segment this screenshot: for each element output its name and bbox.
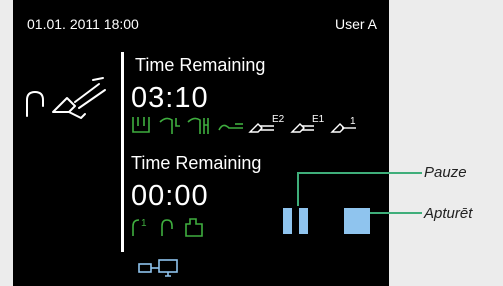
timer1-value: 03:10 (131, 82, 209, 114)
handpiece-icon (26, 77, 106, 119)
cup-icon[interactable] (130, 114, 152, 136)
vertical-divider (121, 52, 124, 252)
e2-label: E2 (272, 114, 285, 125)
pause-callout-line (297, 172, 422, 174)
computer-link-icon (138, 259, 178, 277)
stop-callout-label: Apturēt (424, 205, 473, 222)
device-screen: 01.01. 2011 18:00 User A Time Remaining … (13, 0, 389, 286)
suction-icon[interactable] (186, 114, 210, 136)
stop-callout-line (370, 212, 422, 214)
water-bottle-icon[interactable] (184, 216, 204, 238)
handpiece-e1-icon[interactable]: E1 (290, 112, 326, 136)
pause-callout-label: Pauze (424, 164, 467, 181)
status-user: User A (334, 16, 377, 32)
timer2-label: Time Remaining (131, 153, 262, 173)
pause-bar-left (283, 208, 292, 234)
timer1-label: Time Remaining (135, 55, 266, 75)
status-datetime: 01.01. 2011 18:00 (27, 16, 139, 32)
water-one-label: 1 (141, 218, 147, 229)
water-hose-1-icon[interactable]: 1 (130, 216, 152, 238)
handpiece-e2-icon[interactable]: E2 (248, 112, 288, 136)
pause-button[interactable] (283, 208, 311, 234)
timer2-value: 00:00 (131, 180, 209, 212)
pause-bar-right (299, 208, 308, 234)
one-label: 1 (350, 116, 356, 127)
syringe-icon[interactable] (158, 114, 182, 136)
scaler-icon[interactable] (217, 118, 247, 134)
e1-label: E1 (312, 114, 325, 125)
water-hose-icon[interactable] (159, 216, 175, 238)
handpiece-1-icon[interactable]: 1 (330, 112, 360, 136)
stop-button[interactable] (344, 208, 370, 234)
pause-callout-vertical (297, 172, 299, 206)
